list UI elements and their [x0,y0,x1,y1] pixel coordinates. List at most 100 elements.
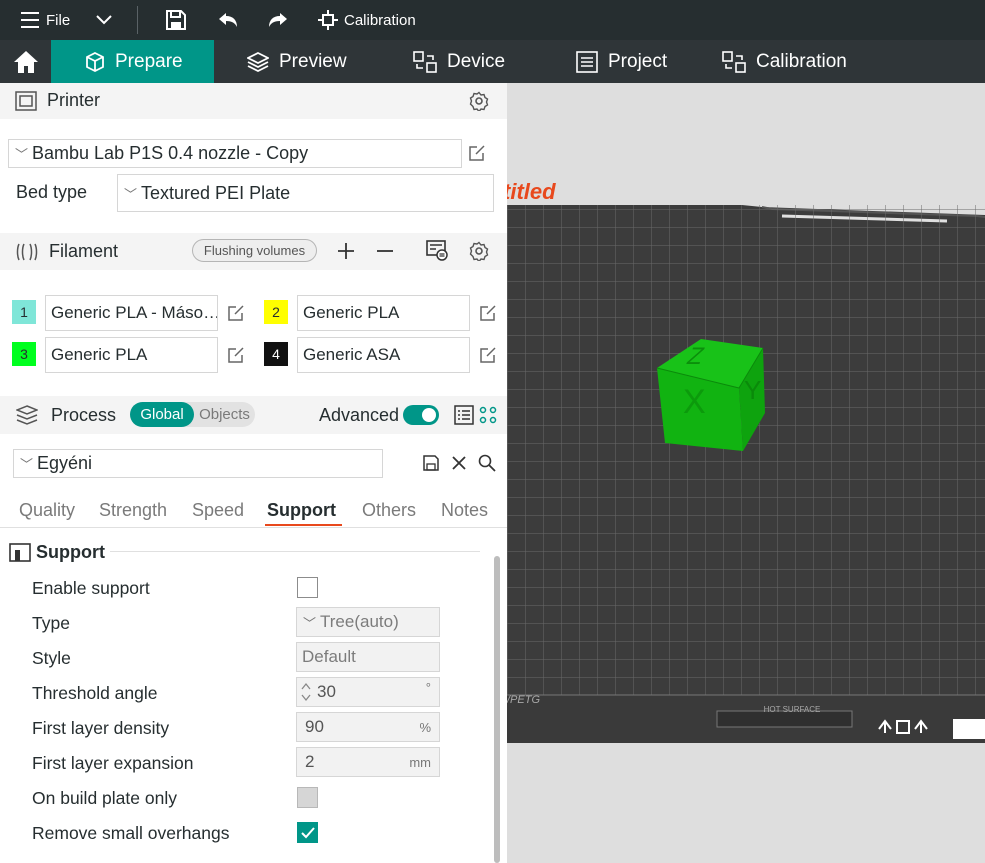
tab-strength[interactable]: Strength [99,500,167,521]
calibration-menu-button[interactable]: Calibration [318,0,416,40]
menu-bar: File Calibration [0,0,985,40]
spin-arrows-icon[interactable] [301,682,311,702]
save-button[interactable] [165,0,187,40]
enable-support-label: Enable support [32,578,150,598]
threshold-angle-input[interactable]: 30 ° [296,677,440,707]
advanced-toggle[interactable] [403,405,439,425]
main-tab-bar: Prepare Preview Device Project Calibrati… [0,40,985,83]
filament-3-edit-button[interactable] [225,344,247,366]
process-compare-button[interactable] [477,403,499,427]
tab-preview-label: Preview [279,50,347,72]
edit-icon [480,305,496,321]
settings-scrollbar[interactable] [494,556,500,863]
printer-section-header: Printer [0,83,507,119]
plate-corner-tab [953,719,985,739]
calibration-icon [722,50,746,73]
tab-quality[interactable]: Quality [19,500,75,521]
gear-icon [469,91,489,111]
settings-panel: Printer ﹀ Bambu Lab P1S 0.4 nozzle - Cop… [0,83,507,863]
tab-preview[interactable]: Preview [247,40,347,83]
printer-select[interactable]: ﹀ Bambu Lab P1S 0.4 nozzle - Copy [8,139,462,168]
filament-2-edit-button[interactable] [477,302,499,324]
threshold-angle-value: 30 [317,682,336,701]
filament-2-color-swatch[interactable]: 2 [264,300,288,324]
objects-toggle-option[interactable]: Objects [194,402,255,427]
first-layer-expansion-value: 2 [305,752,315,771]
tab-prepare-label: Prepare [115,50,183,72]
build-plate-only-checkbox[interactable] [297,787,318,808]
filament-4-select[interactable]: Generic ASA [297,337,470,373]
filament-4-color-swatch[interactable]: 4 [264,342,288,366]
tab-notes[interactable]: Notes [441,500,488,521]
tab-device[interactable]: Device [413,40,505,83]
file-menu-label: File [46,11,71,29]
tab-calibration[interactable]: Calibration [722,40,847,83]
remove-small-overhangs-checkbox[interactable] [297,822,318,843]
first-layer-density-unit: % [419,719,431,735]
search-icon [478,454,496,472]
redo-button[interactable] [267,0,289,40]
process-preset-select[interactable]: ﹀ Egyéni [13,449,383,478]
support-type-label: Type [32,613,70,633]
home-icon [13,50,38,73]
save-preset-button[interactable] [420,452,442,474]
crosshair-icon [318,10,338,30]
list-icon [576,50,598,73]
enable-support-checkbox[interactable] [297,577,318,598]
edit-icon [228,347,244,363]
gear-icon [469,241,489,261]
printer-section-title: Printer [47,90,101,110]
redo-icon [269,13,287,27]
printer-settings-button[interactable] [467,89,491,113]
undo-button[interactable] [217,0,239,40]
tab-support[interactable]: Support [267,500,336,521]
printer-edit-button[interactable] [466,142,488,164]
device-icon [413,50,437,73]
menu-dropdown-button[interactable] [96,0,112,40]
home-button[interactable] [0,40,51,83]
filament-3-select[interactable]: Generic PLA [45,337,218,373]
reset-preset-button[interactable] [448,452,470,474]
first-layer-expansion-input[interactable]: 2 mm [296,747,440,777]
first-layer-density-label: First layer density [32,718,170,738]
support-style-label: Style [32,648,71,668]
search-settings-button[interactable] [476,452,498,474]
tab-project[interactable]: Project [576,40,667,83]
menu-divider [137,6,138,34]
global-toggle-option[interactable]: Global [130,402,194,427]
remove-filament-button[interactable] [373,239,397,263]
filament-icon [16,243,38,261]
support-type-value: Tree(auto) [320,612,399,631]
bed-type-label: Bed type [16,182,88,202]
edit-icon [228,305,244,321]
filament-1-edit-button[interactable] [225,302,247,324]
first-layer-density-value: 90 [305,717,324,736]
first-layer-density-input[interactable]: 90 % [296,712,440,742]
support-type-select[interactable]: ﹀ Tree(auto) [296,607,440,637]
save-icon [166,10,186,30]
support-style-value: Default [302,647,356,666]
filament-2-select[interactable]: Generic PLA [297,295,470,331]
tab-prepare[interactable]: Prepare [51,40,214,83]
support-style-select[interactable]: Default [296,642,440,672]
add-filament-button[interactable] [334,239,358,263]
filament-settings-button[interactable] [467,239,491,263]
filament-section-title: Filament [49,241,119,261]
filament-4-edit-button[interactable] [477,344,499,366]
filament-3-color-swatch[interactable]: 3 [12,342,36,366]
filament-1-select[interactable]: Generic PLA - Máso… [45,295,218,331]
layers-icon [247,51,269,72]
3d-viewport[interactable]: titled /PETG HOT SURFACE Z X Y [507,83,985,863]
first-layer-expansion-label: First layer expansion [32,753,194,773]
file-menu-button[interactable]: File [20,0,70,40]
bed-type-select[interactable]: ﹀ Textured PEI Plate [117,174,494,212]
tab-calibration-label: Calibration [756,50,847,72]
tab-speed[interactable]: Speed [192,500,244,521]
tab-others[interactable]: Others [362,500,416,521]
process-list-button[interactable] [452,403,476,427]
process-preset-value: Egyéni [37,453,93,473]
filament-1-color-swatch[interactable]: 1 [12,300,36,324]
flushing-volumes-button[interactable]: Flushing volumes [192,239,317,262]
chevron-down-icon [96,15,112,25]
sync-filament-button[interactable] [424,239,450,263]
